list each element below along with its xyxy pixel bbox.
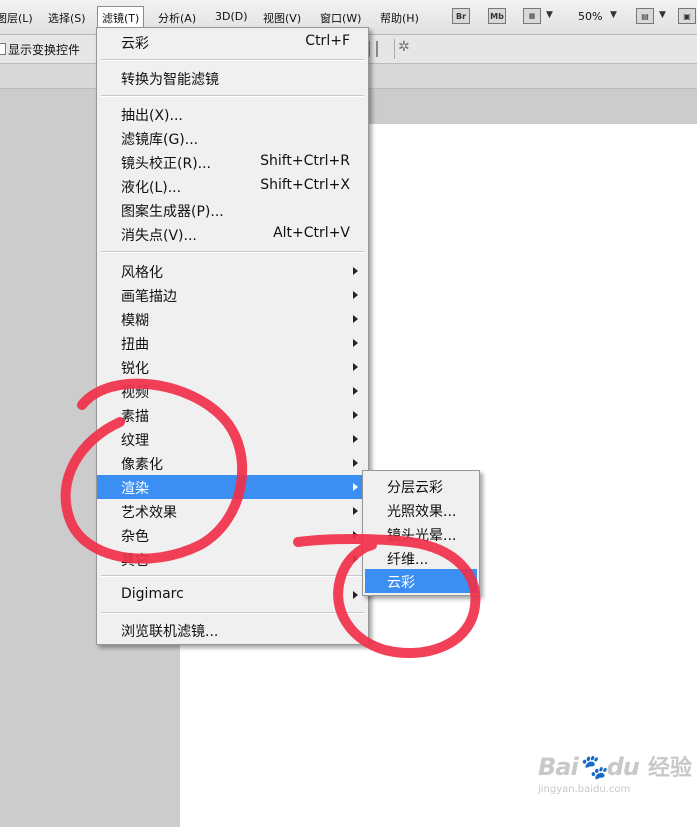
submenu-arrow-icon [353, 339, 358, 347]
menu-item-render[interactable]: 渲染 [97, 475, 368, 499]
view-extras-icon[interactable]: ▦ [523, 8, 541, 24]
menu-item-pixelate[interactable]: 像素化 [97, 451, 368, 475]
menu-item-artistic[interactable]: 艺术效果 [97, 499, 368, 523]
render-submenu: 分层云彩 光照效果... 镜头光晕... 纤维... 云彩 [362, 470, 480, 596]
menu-item-texture[interactable]: 纹理 [97, 427, 368, 451]
menu-separator [101, 59, 364, 61]
menu-separator [101, 251, 364, 253]
submenu-item-lens-flare[interactable]: 镜头光晕... [365, 522, 477, 546]
submenu-arrow-icon [353, 435, 358, 443]
menu-item-sketch[interactable]: 素描 [97, 403, 368, 427]
menu-item-blur[interactable]: 模糊 [97, 307, 368, 331]
paw-icon: 🐾 [577, 753, 608, 781]
menu-item-pattern-maker[interactable]: 图案生成器(P)... [97, 198, 368, 222]
submenu-arrow-icon [353, 291, 358, 299]
menu-item-vanishing-point[interactable]: 消失点(V)... Alt+Ctrl+V [97, 222, 368, 246]
menu-help[interactable]: 帮助(H) [380, 10, 419, 26]
submenu-arrow-icon [353, 315, 358, 323]
bridge-icon[interactable]: Br [452, 8, 470, 24]
menu-item-brush-strokes[interactable]: 画笔描边 [97, 283, 368, 307]
zoom-level[interactable]: 50% [578, 10, 602, 23]
submenu-item-lighting-effects[interactable]: 光照效果... [365, 498, 477, 522]
menu-item-liquify[interactable]: 液化(L)... Shift+Ctrl+X [97, 174, 368, 198]
watermark-url: jingyan.baidu.com [538, 784, 631, 795]
menu-analysis[interactable]: 分析(A) [158, 10, 196, 26]
menu-item-browse-online[interactable]: 浏览联机滤镜... [97, 618, 368, 642]
show-transform-label[interactable]: 显示变换控件 [8, 41, 80, 58]
show-transform-checkbox[interactable] [0, 43, 6, 55]
submenu-arrow-icon [353, 507, 358, 515]
menu-layer[interactable]: 图层(L) [0, 10, 33, 26]
menu-item-digimarc[interactable]: Digimarc [97, 583, 368, 607]
menu-separator [101, 612, 364, 614]
menu-item-lens-correction[interactable]: 镜头校正(R)... Shift+Ctrl+R [97, 150, 368, 174]
submenu-arrow-icon [353, 483, 358, 491]
menu-window[interactable]: 窗口(W) [320, 10, 361, 26]
submenu-arrow-icon [353, 411, 358, 419]
watermark-brand-tail: du [606, 753, 640, 781]
submenu-arrow-icon [353, 267, 358, 275]
menu-item-convert-smart-filter[interactable]: 转换为智能滤镜 [97, 66, 368, 90]
arrange-documents-icon[interactable]: ▤ [636, 8, 654, 24]
submenu-item-difference-clouds[interactable]: 分层云彩 [365, 474, 477, 498]
menu-select[interactable]: 选择(S) [48, 10, 86, 26]
screen-mode-icon[interactable]: ▣ [678, 8, 696, 24]
chevron-down-icon[interactable]: ▼ [546, 10, 553, 20]
submenu-arrow-icon [353, 363, 358, 371]
submenu-arrow-icon [353, 459, 358, 467]
submenu-arrow-icon [353, 555, 358, 563]
menu-item-noise[interactable]: 杂色 [97, 523, 368, 547]
menu-item-filter-gallery[interactable]: 滤镜库(G)... [97, 126, 368, 150]
menu-item-clouds-last[interactable]: 云彩 Ctrl+F [97, 30, 368, 54]
menu-3d[interactable]: 3D(D) [215, 10, 248, 23]
divider [368, 41, 378, 57]
menu-item-other[interactable]: 其它 [97, 547, 368, 571]
menu-item-sharpen[interactable]: 锐化 [97, 355, 368, 379]
submenu-item-fibers[interactable]: 纤维... [365, 546, 477, 570]
menu-item-distort[interactable]: 扭曲 [97, 331, 368, 355]
divider [394, 39, 395, 60]
menu-item-stylize[interactable]: 风格化 [97, 259, 368, 283]
submenu-item-clouds[interactable]: 云彩 [365, 569, 477, 593]
submenu-arrow-icon [353, 387, 358, 395]
gear-icon[interactable]: ✲ [398, 39, 410, 55]
mini-bridge-icon[interactable]: Mb [488, 8, 506, 24]
menu-item-extract[interactable]: 抽出(X)... [97, 102, 368, 126]
submenu-arrow-icon [353, 531, 358, 539]
menu-view[interactable]: 视图(V) [263, 10, 301, 26]
watermark-brand: Bai [538, 753, 579, 781]
baidu-watermark: Bai🐾du 经验 jingyan.baidu.com [538, 750, 692, 795]
chevron-down-icon[interactable]: ▼ [659, 10, 666, 20]
menu-separator [101, 575, 364, 577]
chevron-down-icon[interactable]: ▼ [610, 10, 617, 20]
submenu-arrow-icon [353, 591, 358, 599]
filter-menu: 云彩 Ctrl+F 转换为智能滤镜 抽出(X)... 滤镜库(G)... 镜头校… [96, 27, 369, 645]
menu-item-video[interactable]: 视频 [97, 379, 368, 403]
menu-separator [101, 95, 364, 97]
watermark-jingyan: 经验 [647, 756, 692, 781]
